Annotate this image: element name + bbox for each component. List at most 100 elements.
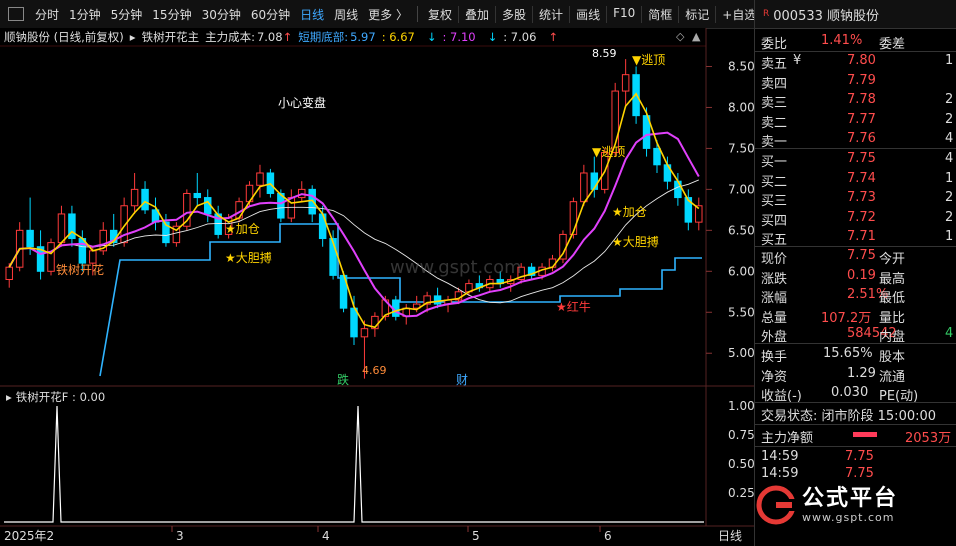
stat-row: 总量 107.2万 量比 bbox=[755, 306, 956, 326]
red-bull-label: 红牛 bbox=[567, 299, 591, 314]
stat-value: 7.75 bbox=[847, 248, 876, 263]
stat-row: 现价 7.75 今开 bbox=[755, 247, 956, 267]
x-tick-label: 6 bbox=[604, 529, 612, 543]
drop-label: 跌 bbox=[337, 372, 349, 387]
candle-body bbox=[57, 213, 66, 244]
candle-body bbox=[130, 188, 139, 207]
stat-value-2: 4 bbox=[945, 326, 954, 341]
price-tick-label: 8.50 bbox=[728, 59, 754, 73]
candle-body bbox=[308, 188, 316, 215]
stat2-value: 15.65% bbox=[823, 346, 873, 361]
lower-tick-label: 0.25 bbox=[728, 486, 754, 500]
bid-price: 7.74 bbox=[847, 170, 876, 186]
stat-row: 外盘 584542 内盘 4 bbox=[755, 325, 956, 345]
ask-row: 卖四 7.79 bbox=[755, 72, 956, 92]
candle-body bbox=[433, 295, 442, 305]
divider bbox=[755, 446, 956, 447]
big-bet-label-1: 大胆搏 bbox=[236, 251, 272, 265]
stat-value: 0.19 bbox=[847, 267, 876, 283]
add-position-label-2: 加仓 bbox=[623, 205, 647, 219]
chart-up-icon[interactable]: ▲ bbox=[692, 30, 701, 43]
candle-body bbox=[580, 172, 588, 203]
stat2-value: 1.29 bbox=[847, 365, 876, 381]
ask-label: 卖四 bbox=[761, 76, 788, 92]
bid-price: 7.72 bbox=[847, 209, 876, 225]
webi-value: 1.41% bbox=[821, 33, 863, 48]
x-axis: 2025年2 3 4 5 6 日线 bbox=[4, 526, 742, 543]
lower-tick-label: 1.00 bbox=[728, 399, 754, 413]
r-badge: R bbox=[763, 9, 770, 19]
x-axis-period-label: 日线 bbox=[718, 529, 742, 543]
webi-label: 委比 bbox=[761, 37, 788, 52]
ask-volume: 2 bbox=[945, 111, 954, 127]
price-axis: 8.50 8.00 7.50 7.00 6.50 6.00 5.50 5.00 bbox=[706, 59, 754, 360]
ask-label: 卖二 bbox=[761, 115, 788, 131]
divider bbox=[755, 343, 956, 344]
bid-price: 7.73 bbox=[847, 190, 876, 205]
bid-row: 买三 7.73 2 bbox=[755, 189, 956, 209]
stat-label: 涨幅 bbox=[761, 291, 788, 306]
trade-state: 交易状态: 闭市阶段 15:00:00 bbox=[761, 409, 937, 424]
ask-volume: 4 bbox=[945, 131, 954, 146]
stat-label: 总量 bbox=[761, 310, 788, 326]
candle-body bbox=[89, 250, 97, 264]
price-tick-label: 8.00 bbox=[728, 100, 754, 114]
candle-body bbox=[5, 266, 13, 280]
price-tick-label: 7.50 bbox=[728, 141, 754, 155]
candles bbox=[5, 59, 703, 379]
stat2-label: 净资 bbox=[761, 369, 788, 385]
x-tick-label: 4 bbox=[322, 529, 330, 543]
ask-row: 卖五 7.80 1 ¥ bbox=[755, 52, 956, 72]
bid-row: 买四 7.72 2 bbox=[755, 209, 956, 229]
price-tick-label: 6.00 bbox=[728, 264, 754, 278]
lower-expand-icon[interactable]: ▸ bbox=[6, 390, 12, 404]
candle-body bbox=[350, 307, 358, 338]
tick-time: 14:59 bbox=[761, 466, 799, 481]
trade-state-row: 交易状态: 闭市阶段 15:00:00 bbox=[755, 404, 956, 424]
webi-row: 委比 1.41% 委差 bbox=[755, 32, 956, 52]
lower-tick-label: 0.75 bbox=[728, 428, 754, 442]
bid-price: 7.75 bbox=[847, 151, 876, 166]
lower-axis: 1.00 0.75 0.50 0.25 bbox=[728, 399, 754, 500]
big-bet-star-1: ★大胆搏 bbox=[225, 251, 272, 265]
ask-price: 7.79 bbox=[847, 72, 876, 88]
wealth-label: 财 bbox=[456, 373, 468, 387]
watermark-text: www.gspt.com bbox=[390, 257, 522, 278]
x-tick-label: 5 bbox=[472, 529, 480, 543]
ask-volume: 2 bbox=[945, 92, 954, 107]
logo-url: www.gspt.com bbox=[802, 510, 895, 524]
small-change-label: 小心变盘 bbox=[278, 95, 326, 110]
bid-price: 7.71 bbox=[847, 229, 876, 244]
lower-indicator-label[interactable]: 铁树开花F : 0.00 bbox=[16, 389, 105, 405]
bid-volume: 2 bbox=[945, 190, 954, 205]
add-position-star-1: ★加仓 bbox=[225, 222, 260, 236]
price-tick-label: 7.00 bbox=[728, 182, 754, 196]
bid-row: 买五 7.71 1 bbox=[755, 228, 956, 248]
bid-row: 买一 7.75 4 bbox=[755, 150, 956, 170]
escape-top-label-2: 逃顶 bbox=[641, 53, 665, 67]
net-flow-bar bbox=[853, 432, 877, 437]
stock-code-name[interactable]: 000533 顺钠股份 bbox=[773, 5, 879, 24]
bid-label: 买一 bbox=[761, 155, 788, 170]
tick-row: 14:59 7.75 bbox=[755, 465, 956, 484]
ask-label: 卖三 bbox=[761, 96, 788, 111]
ask-price: 7.78 bbox=[847, 92, 876, 107]
net-flow-row: 主力净额 2053万 bbox=[755, 426, 956, 446]
stat2-value: 0.030 bbox=[831, 385, 869, 400]
candle-body bbox=[674, 180, 682, 199]
stat2-label-2: 流通 bbox=[879, 369, 906, 385]
low-price-label: 4.69 bbox=[362, 364, 387, 377]
stat-row: 涨幅 2.51% 最低 bbox=[755, 286, 956, 306]
stat-label-2: 最低 bbox=[879, 291, 906, 306]
chart-diamond-icon[interactable]: ◇ bbox=[676, 30, 685, 43]
price-tick-label: 5.50 bbox=[728, 305, 754, 319]
ask-price: 7.80 bbox=[847, 53, 876, 68]
ask-price: 7.77 bbox=[847, 111, 876, 127]
net-flow-label: 主力净额 bbox=[761, 431, 814, 446]
bid-label: 买三 bbox=[761, 194, 788, 209]
kline-chart[interactable]: 8.50 8.00 7.50 7.00 6.50 6.00 5.50 5.00 1.00 0.7… bbox=[0, 0, 754, 546]
add-position-star-2: ★加仓 bbox=[612, 205, 647, 219]
bid-volume: 1 bbox=[945, 229, 954, 244]
ask-row: 卖三 7.78 2 bbox=[755, 91, 956, 111]
stat2-label-2: 股本 bbox=[879, 350, 906, 365]
